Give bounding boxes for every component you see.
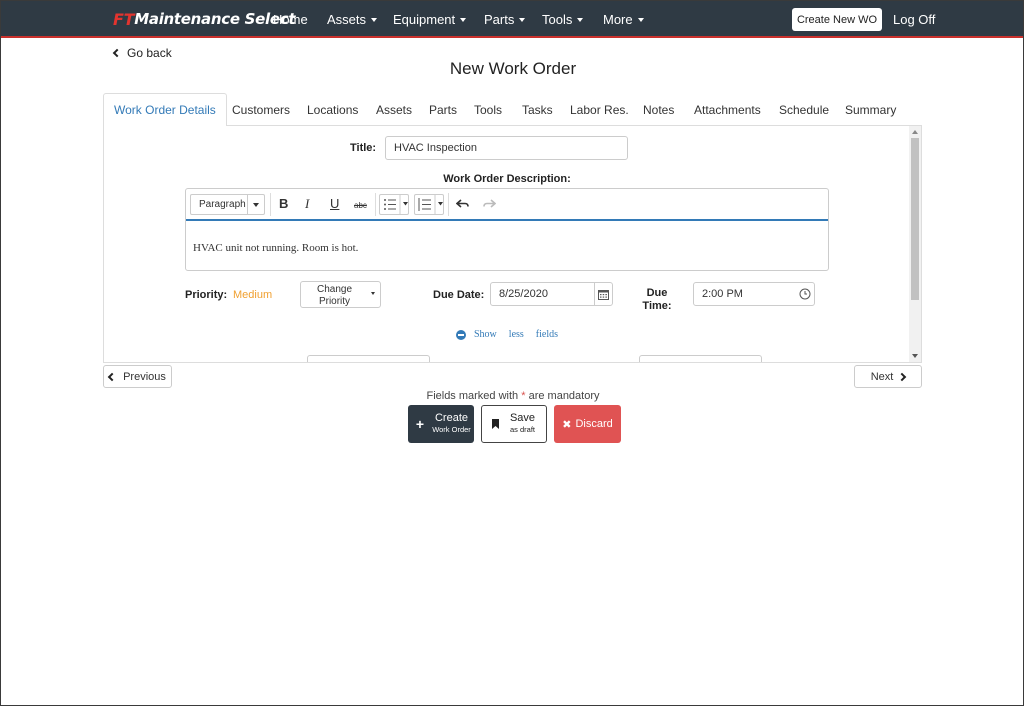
previous-button[interactable]: Previous [103, 365, 172, 388]
tab-parts[interactable]: Parts [429, 93, 457, 126]
brand-name: Maintenance Select [134, 10, 296, 28]
italic-button[interactable]: I [305, 196, 309, 212]
partial-field[interactable] [639, 355, 762, 362]
log-off-link[interactable]: Log Off [893, 12, 935, 27]
show-less-fields-link[interactable]: Show less fields [456, 329, 566, 340]
brand-prefix: FT [113, 9, 135, 29]
create-new-wo-button[interactable]: Create New WO [792, 8, 882, 31]
discard-button[interactable]: ✖ Discard [554, 405, 621, 443]
bold-button[interactable]: B [279, 196, 288, 211]
mandatory-note: Fields marked with * are mandatory [426, 390, 600, 402]
tab-attachments[interactable]: Attachments [694, 93, 761, 126]
tab-customers[interactable]: Customers [232, 93, 290, 126]
partial-field[interactable] [307, 355, 430, 362]
tab-assets[interactable]: Assets [376, 93, 412, 126]
editor-toolbar: Paragraph B I U abc [186, 189, 828, 221]
change-priority-dropdown[interactable]: Change Priority [300, 281, 381, 308]
top-navbar: FT Maintenance Select Home Assets Equipm… [1, 1, 1023, 38]
bullet-list-button[interactable] [379, 194, 409, 215]
brand-logo[interactable]: FT Maintenance Select [113, 9, 295, 29]
priority-label: Priority: [185, 289, 228, 301]
priority-value: Medium [233, 289, 273, 301]
tab-tools[interactable]: Tools [474, 93, 502, 126]
page-title: New Work Order [449, 59, 577, 78]
chevron-left-icon [112, 48, 122, 58]
paragraph-format-select[interactable]: Paragraph [190, 194, 265, 215]
caret-down-icon [371, 292, 375, 295]
nav-home[interactable]: Home [273, 12, 308, 27]
due-time-label: Due Time: [642, 287, 672, 312]
caret-down-icon [577, 17, 584, 22]
create-work-order-button[interactable]: + Create Work Order [408, 405, 474, 443]
app-window: FT Maintenance Select Home Assets Equipm… [0, 0, 1024, 706]
next-button[interactable]: Next [854, 365, 922, 388]
tab-labor-res[interactable]: Labor Res. [570, 93, 629, 126]
due-date-input[interactable]: 8/25/2020 [490, 282, 613, 306]
tab-bar: Work Order Details Customers Locations A… [103, 93, 922, 127]
scroll-thumb[interactable] [911, 138, 919, 300]
caret-down-icon [637, 17, 644, 22]
numbered-list-icon [418, 195, 443, 214]
caret-down-icon [519, 17, 526, 22]
bookmark-icon [492, 419, 499, 429]
clock-icon[interactable] [796, 283, 814, 305]
nav-tools[interactable]: Tools [542, 12, 584, 27]
title-input[interactable]: HVAC Inspection [385, 136, 628, 160]
save-draft-button[interactable]: Save as draft [481, 405, 547, 443]
chevron-left-icon [107, 372, 117, 381]
scroll-up-icon[interactable] [912, 130, 918, 134]
caret-down-icon [253, 203, 259, 207]
nav-parts[interactable]: Parts [484, 12, 526, 27]
minus-circle-icon [456, 329, 466, 340]
description-label: Work Order Description: [443, 173, 571, 185]
caret-down-icon [371, 17, 378, 22]
title-label: Title: [350, 142, 377, 154]
due-date-label: Due Date: [433, 289, 485, 301]
tab-locations[interactable]: Locations [307, 93, 358, 126]
tab-work-order-details[interactable]: Work Order Details [103, 93, 227, 127]
plus-icon: + [415, 416, 425, 432]
underline-button[interactable]: U [330, 196, 339, 211]
description-text-area[interactable]: HVAC unit not running. Room is hot. [193, 242, 358, 254]
due-time-input[interactable]: 2:00 PM [693, 282, 815, 306]
tab-schedule[interactable]: Schedule [779, 93, 829, 126]
tab-notes[interactable]: Notes [643, 93, 674, 126]
nav-assets[interactable]: Assets [327, 12, 378, 27]
panel-scrollbar[interactable] [909, 126, 921, 362]
nav-more[interactable]: More [603, 12, 644, 27]
tab-tasks[interactable]: Tasks [522, 93, 553, 126]
bullet-list-icon [384, 195, 408, 214]
undo-icon[interactable] [455, 197, 470, 214]
calendar-icon[interactable] [594, 283, 612, 305]
tab-summary[interactable]: Summary [845, 93, 896, 126]
nav-equipment[interactable]: Equipment [393, 12, 467, 27]
caret-down-icon [460, 17, 467, 22]
numbered-list-button[interactable] [414, 194, 444, 215]
scroll-down-icon[interactable] [912, 354, 918, 358]
work-order-details-panel: Title: HVAC Inspection Work Order Descri… [103, 126, 922, 363]
go-back-link[interactable]: Go back [112, 46, 172, 60]
chevron-right-icon [898, 372, 907, 381]
strikethrough-button[interactable]: abc [354, 201, 367, 210]
x-icon: ✖ [562, 418, 572, 431]
description-editor: Paragraph B I U abc HVAC unit not runnin… [185, 188, 829, 271]
redo-icon[interactable] [482, 197, 497, 214]
